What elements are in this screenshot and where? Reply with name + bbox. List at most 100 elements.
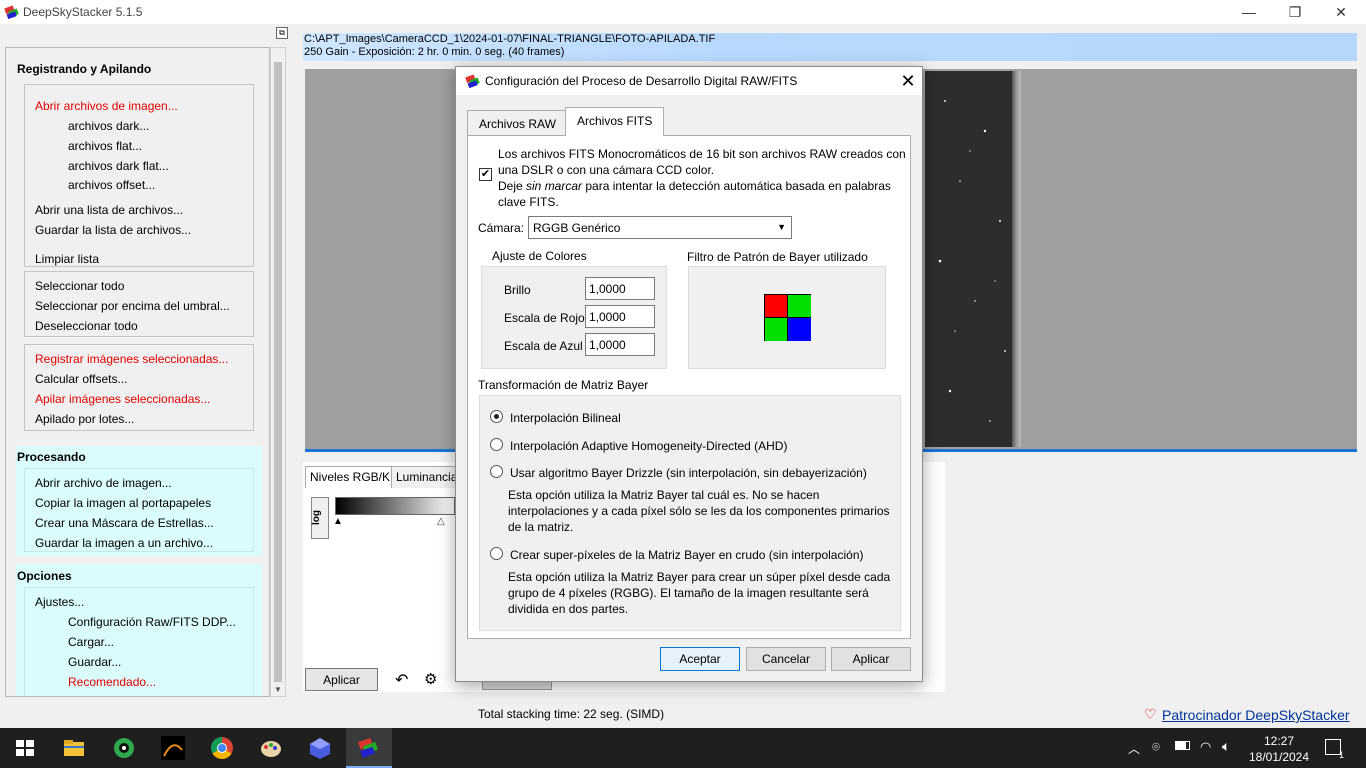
- red-scale-label: Escala de Rojo: [504, 311, 585, 325]
- chevron-up-icon[interactable]: ︿: [1128, 740, 1140, 757]
- tray-time: 12:27: [1263, 734, 1295, 748]
- apply-button[interactable]: Aplicar: [831, 647, 911, 671]
- left-menu-item[interactable]: Cargar...: [68, 635, 114, 649]
- radio-ahd[interactable]: [490, 438, 503, 451]
- left-menu-item[interactable]: Guardar...: [68, 655, 121, 669]
- left-menu-item[interactable]: archivos flat...: [68, 139, 142, 153]
- close-button[interactable]: ✕: [1318, 0, 1364, 24]
- 3d-app-icon[interactable]: [308, 736, 332, 760]
- settings-icon[interactable]: ⚙: [424, 670, 437, 688]
- brightness-input[interactable]: 1,0000: [585, 277, 655, 300]
- blue-scale-input[interactable]: 1,0000: [585, 333, 655, 356]
- left-menu-item[interactable]: Ajustes...: [35, 595, 84, 609]
- levels-gradient[interactable]: [335, 497, 455, 515]
- tab-fits-files[interactable]: Archivos FITS: [565, 107, 665, 136]
- bayer-cell-blue: [788, 318, 811, 341]
- bayer-cell-red: [765, 295, 788, 318]
- phd-guiding-icon[interactable]: [161, 736, 185, 760]
- radio-super-pixel[interactable]: [490, 547, 503, 560]
- left-menu-item[interactable]: Abrir una lista de archivos...: [35, 203, 183, 217]
- left-menu-item[interactable]: archivos offset...: [68, 178, 155, 192]
- left-menu-item[interactable]: archivos dark...: [68, 119, 149, 133]
- log-toggle[interactable]: log: [311, 497, 329, 539]
- panel-restore-icon[interactable]: ⧉: [276, 27, 288, 39]
- fits-monochrome-checkbox[interactable]: ✔: [479, 168, 492, 181]
- tab-luminance[interactable]: Luminancia: [391, 466, 463, 488]
- camera-select-value: RGGB Genérico: [533, 221, 621, 235]
- file-path: C:\APT_Images\CameraCCD_1\2024-01-07\FIN…: [304, 33, 716, 45]
- tab-raw-files[interactable]: Archivos RAW: [467, 110, 568, 136]
- left-menu-item[interactable]: Recomendado...: [68, 675, 156, 689]
- left-menu-item[interactable]: archivos dark flat...: [68, 159, 169, 173]
- left-menu-item[interactable]: Seleccionar por encima del umbral...: [35, 299, 230, 313]
- deepskystacker-app-icon: [4, 4, 20, 20]
- blue-scale-label: Escala de Azul: [504, 339, 583, 353]
- bayer-drizzle-description: Esta opción utiliza la Matriz Bayer tal …: [508, 488, 890, 534]
- log-label-text: log: [311, 510, 322, 525]
- left-menu-item[interactable]: Abrir archivos de imagen...: [35, 99, 178, 113]
- radio-super-pixel-label: Crear super-píxeles de la Matriz Bayer e…: [510, 548, 864, 562]
- left-menu-item[interactable]: Calcular offsets...: [35, 372, 127, 386]
- fits-checkbox-label: Los archivos FITS Monocromáticos de 16 b…: [498, 147, 906, 209]
- left-menu-item[interactable]: Deseleccionar todo: [35, 319, 138, 333]
- camera-select[interactable]: RGGB Genérico ▼: [528, 216, 792, 239]
- dialog-titlebar: Configuración del Proceso de Desarrollo …: [456, 67, 922, 95]
- midpoint-slider-icon[interactable]: △: [437, 516, 445, 527]
- bayer-transform-title: Transformación de Matriz Bayer: [478, 378, 649, 392]
- left-menu-item[interactable]: Crear una Máscara de Estrellas...: [35, 516, 214, 530]
- black-point-slider-icon[interactable]: ▲: [333, 516, 343, 527]
- radio-bayer-drizzle-label: Usar algoritmo Bayer Drizzle (sin interp…: [510, 466, 867, 480]
- left-menu-item[interactable]: Copiar la imagen al portapapeles: [35, 496, 211, 510]
- bayer-cell-green-2: [765, 318, 788, 341]
- options-group: Ajustes... Configuración Raw/FITS DDP... C…: [24, 587, 254, 696]
- volume-icon[interactable]: 🔈︎: [1222, 738, 1230, 755]
- left-menu-item[interactable]: Configuración Raw/FITS DDP...: [68, 615, 236, 629]
- left-menu-item[interactable]: Apilar imágenes seleccionadas...: [35, 392, 210, 406]
- notification-count: 1: [1338, 750, 1344, 760]
- heart-icon: ♡: [1144, 706, 1157, 722]
- sponsor-link[interactable]: Patrocinador DeepSkyStacker: [1162, 707, 1350, 723]
- device-icon[interactable]: ⌾: [1152, 739, 1160, 755]
- apply-levels-button[interactable]: Aplicar: [305, 668, 378, 691]
- file-explorer-icon[interactable]: [62, 736, 86, 760]
- star-field: [938, 100, 1006, 422]
- left-menu-item[interactable]: Apilado por lotes...: [35, 412, 134, 426]
- dialog-app-icon: [465, 73, 481, 89]
- deepskystacker-taskbar-button[interactable]: [346, 728, 392, 768]
- left-panel-scrollbar[interactable]: ▼: [270, 47, 286, 697]
- tray-clock[interactable]: 12:27 18/01/2024: [1248, 733, 1310, 765]
- left-menu-item[interactable]: Abrir archivo de imagen...: [35, 476, 172, 490]
- left-menu-item[interactable]: Limpiar lista: [35, 252, 99, 266]
- maximize-button[interactable]: ❐: [1272, 0, 1318, 24]
- cancel-button[interactable]: Cancelar: [746, 647, 826, 671]
- left-menu-item[interactable]: Registrar imágenes seleccionadas...: [35, 352, 228, 366]
- register-group: Registrar imágenes seleccionadas... Calcu…: [24, 344, 254, 431]
- radio-bayer-drizzle[interactable]: [490, 465, 503, 478]
- image-edge: [1012, 71, 1021, 447]
- left-menu-item[interactable]: Guardar la lista de archivos...: [35, 223, 191, 237]
- ok-button[interactable]: Aceptar: [660, 647, 740, 671]
- stacked-image[interactable]: [925, 71, 1020, 447]
- dialog-title: Configuración del Proceso de Desarrollo …: [485, 74, 798, 88]
- select-group: Seleccionar todo Seleccionar por encima d…: [24, 271, 254, 337]
- undo-icon[interactable]: ↶: [395, 670, 408, 690]
- radio-bilinear[interactable]: [490, 410, 503, 423]
- apt-app-icon[interactable]: [112, 736, 136, 760]
- file-exposure-info: 250 Gain - Exposición: 2 hr. 0 min. 0 se…: [304, 46, 565, 58]
- left-menu-item[interactable]: Guardar la imagen a un archivo...: [35, 536, 213, 550]
- battery-icon[interactable]: [1175, 741, 1190, 750]
- left-menu-item[interactable]: Seleccionar todo: [35, 279, 124, 293]
- wifi-icon[interactable]: ◠: [1200, 739, 1211, 755]
- radio-ahd-label: Interpolación Adaptive Homogeneity-Direc…: [510, 439, 788, 453]
- bayer-pattern-swatch: [764, 294, 811, 341]
- red-scale-input[interactable]: 1,0000: [585, 305, 655, 328]
- dialog-close-icon[interactable]: ✕: [896, 69, 920, 93]
- tab-rgb-levels[interactable]: Niveles RGB/K: [305, 466, 396, 488]
- chrome-icon[interactable]: [210, 736, 234, 760]
- paint-icon[interactable]: [259, 736, 283, 760]
- window-titlebar: DeepSkyStacker 5.1.5 — ❐ ✕: [0, 0, 1366, 24]
- chevron-down-icon: ▼: [777, 222, 786, 232]
- notification-icon[interactable]: 1: [1325, 739, 1344, 760]
- windows-start-icon[interactable]: [13, 736, 37, 760]
- minimize-button[interactable]: —: [1226, 0, 1272, 24]
